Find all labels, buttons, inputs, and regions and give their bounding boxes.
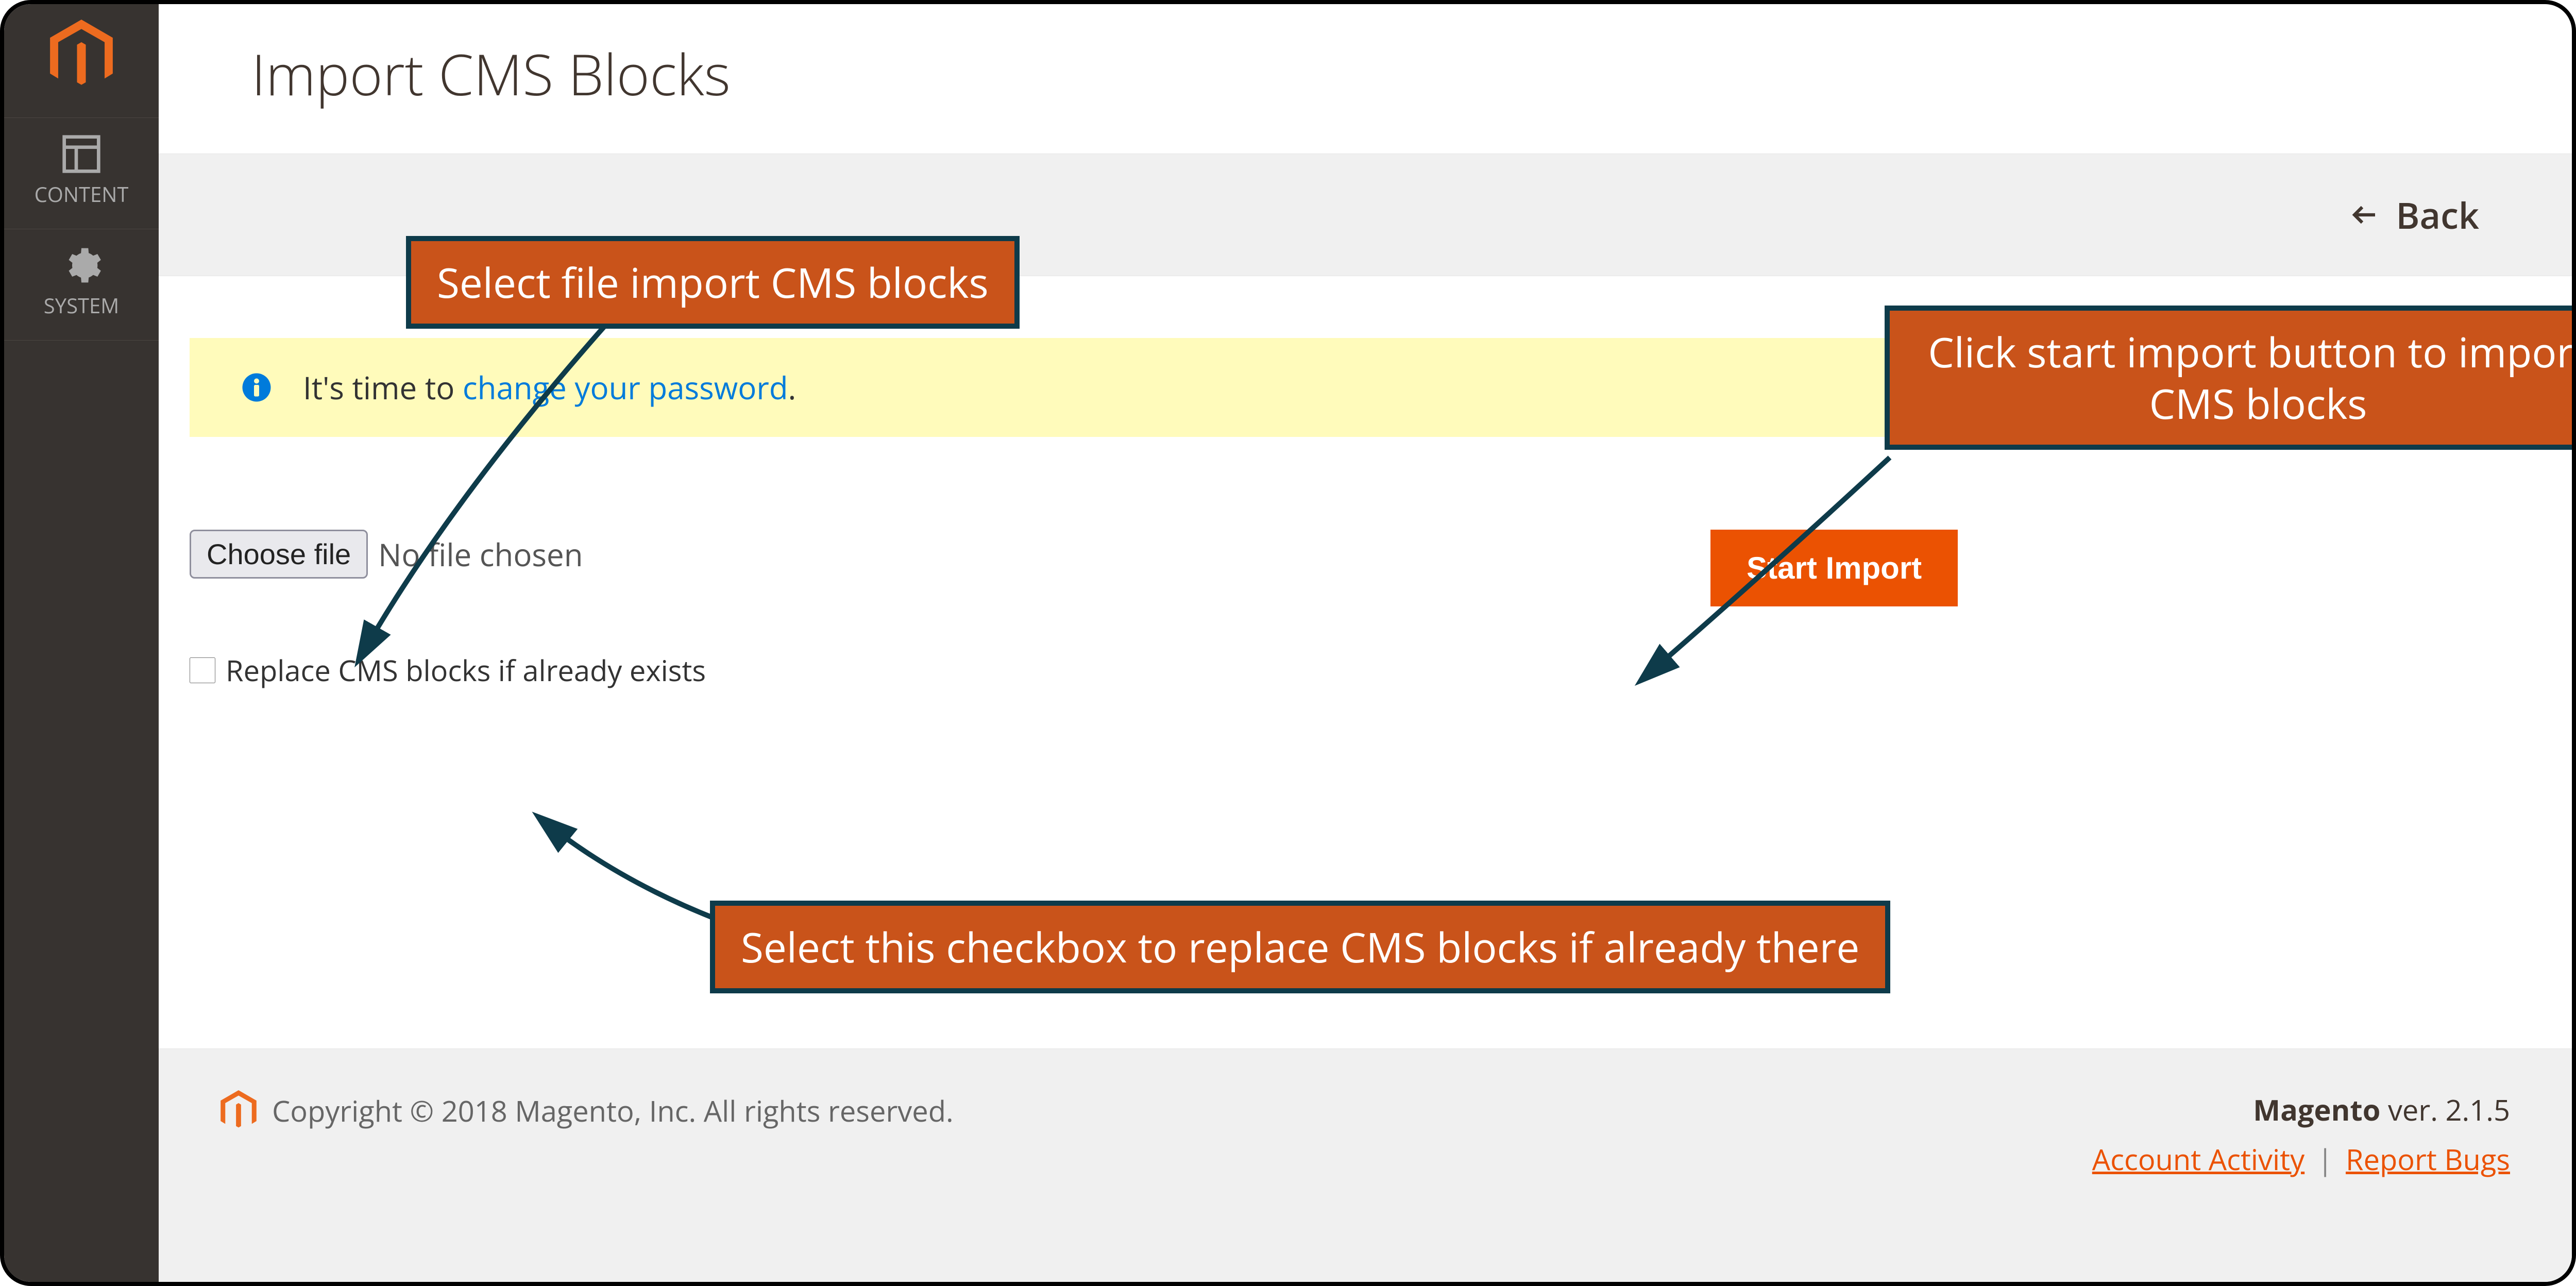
info-icon <box>241 372 272 403</box>
magento-version: Magento ver. 2.1.5 <box>2092 1090 2510 1129</box>
sidebar-item-label: CONTENT <box>35 180 129 208</box>
page-title: Import CMS Blocks <box>159 4 2572 154</box>
annotation-replace-checkbox: Select this checkbox to replace CMS bloc… <box>710 901 1890 993</box>
notice-suffix: . <box>788 366 796 409</box>
replace-checkbox-row[interactable]: Replace CMS blocks if already exists <box>190 651 706 690</box>
file-chosen-status: No file chosen <box>378 533 583 576</box>
arrow-left-icon <box>2349 199 2380 230</box>
choose-file-button[interactable]: Choose file <box>190 530 368 579</box>
back-button-label: Back <box>2396 190 2479 240</box>
sidebar-item-content[interactable]: CONTENT <box>4 117 159 229</box>
app-frame: CONTENT SYSTEM Import CMS Blocks Back <box>0 0 2576 1286</box>
sidebar-item-system[interactable]: SYSTEM <box>4 229 159 341</box>
admin-sidebar: CONTENT SYSTEM <box>4 4 159 1282</box>
main-content: Import CMS Blocks Back It's time to chan… <box>159 4 2572 1282</box>
change-password-link[interactable]: change your password <box>463 366 788 409</box>
annotation-start-import: Click start import button to import CMS … <box>1885 306 2572 450</box>
magento-logo-small-icon <box>221 1090 257 1131</box>
magento-logo-icon[interactable] <box>40 14 123 97</box>
account-activity-link[interactable]: Account Activity <box>2092 1140 2304 1179</box>
annotation-select-file: Select file import CMS blocks <box>406 236 1020 329</box>
page-footer: Copyright © 2018 Magento, Inc. All right… <box>159 1048 2572 1282</box>
import-form: Choose file No file chosen Replace CMS b… <box>159 468 2572 721</box>
replace-checkbox[interactable] <box>190 657 215 683</box>
version-text: ver. 2.1.5 <box>2380 1090 2510 1129</box>
replace-checkbox-label: Replace CMS blocks if already exists <box>226 651 706 690</box>
notice-text: It's time to change your password. <box>303 366 796 409</box>
notice-prefix: It's time to <box>303 366 463 409</box>
footer-separator: | <box>2317 1140 2333 1179</box>
report-bugs-link[interactable]: Report Bugs <box>2346 1140 2510 1179</box>
start-import-button[interactable]: Start Import <box>1710 530 1958 606</box>
gear-icon <box>61 245 102 286</box>
brand-name: Magento <box>2253 1090 2380 1129</box>
copyright-text: Copyright © 2018 Magento, Inc. All right… <box>272 1091 954 1130</box>
sidebar-item-label: SYSTEM <box>44 291 119 319</box>
back-button[interactable]: Back <box>2349 190 2479 240</box>
content-icon <box>61 133 102 175</box>
